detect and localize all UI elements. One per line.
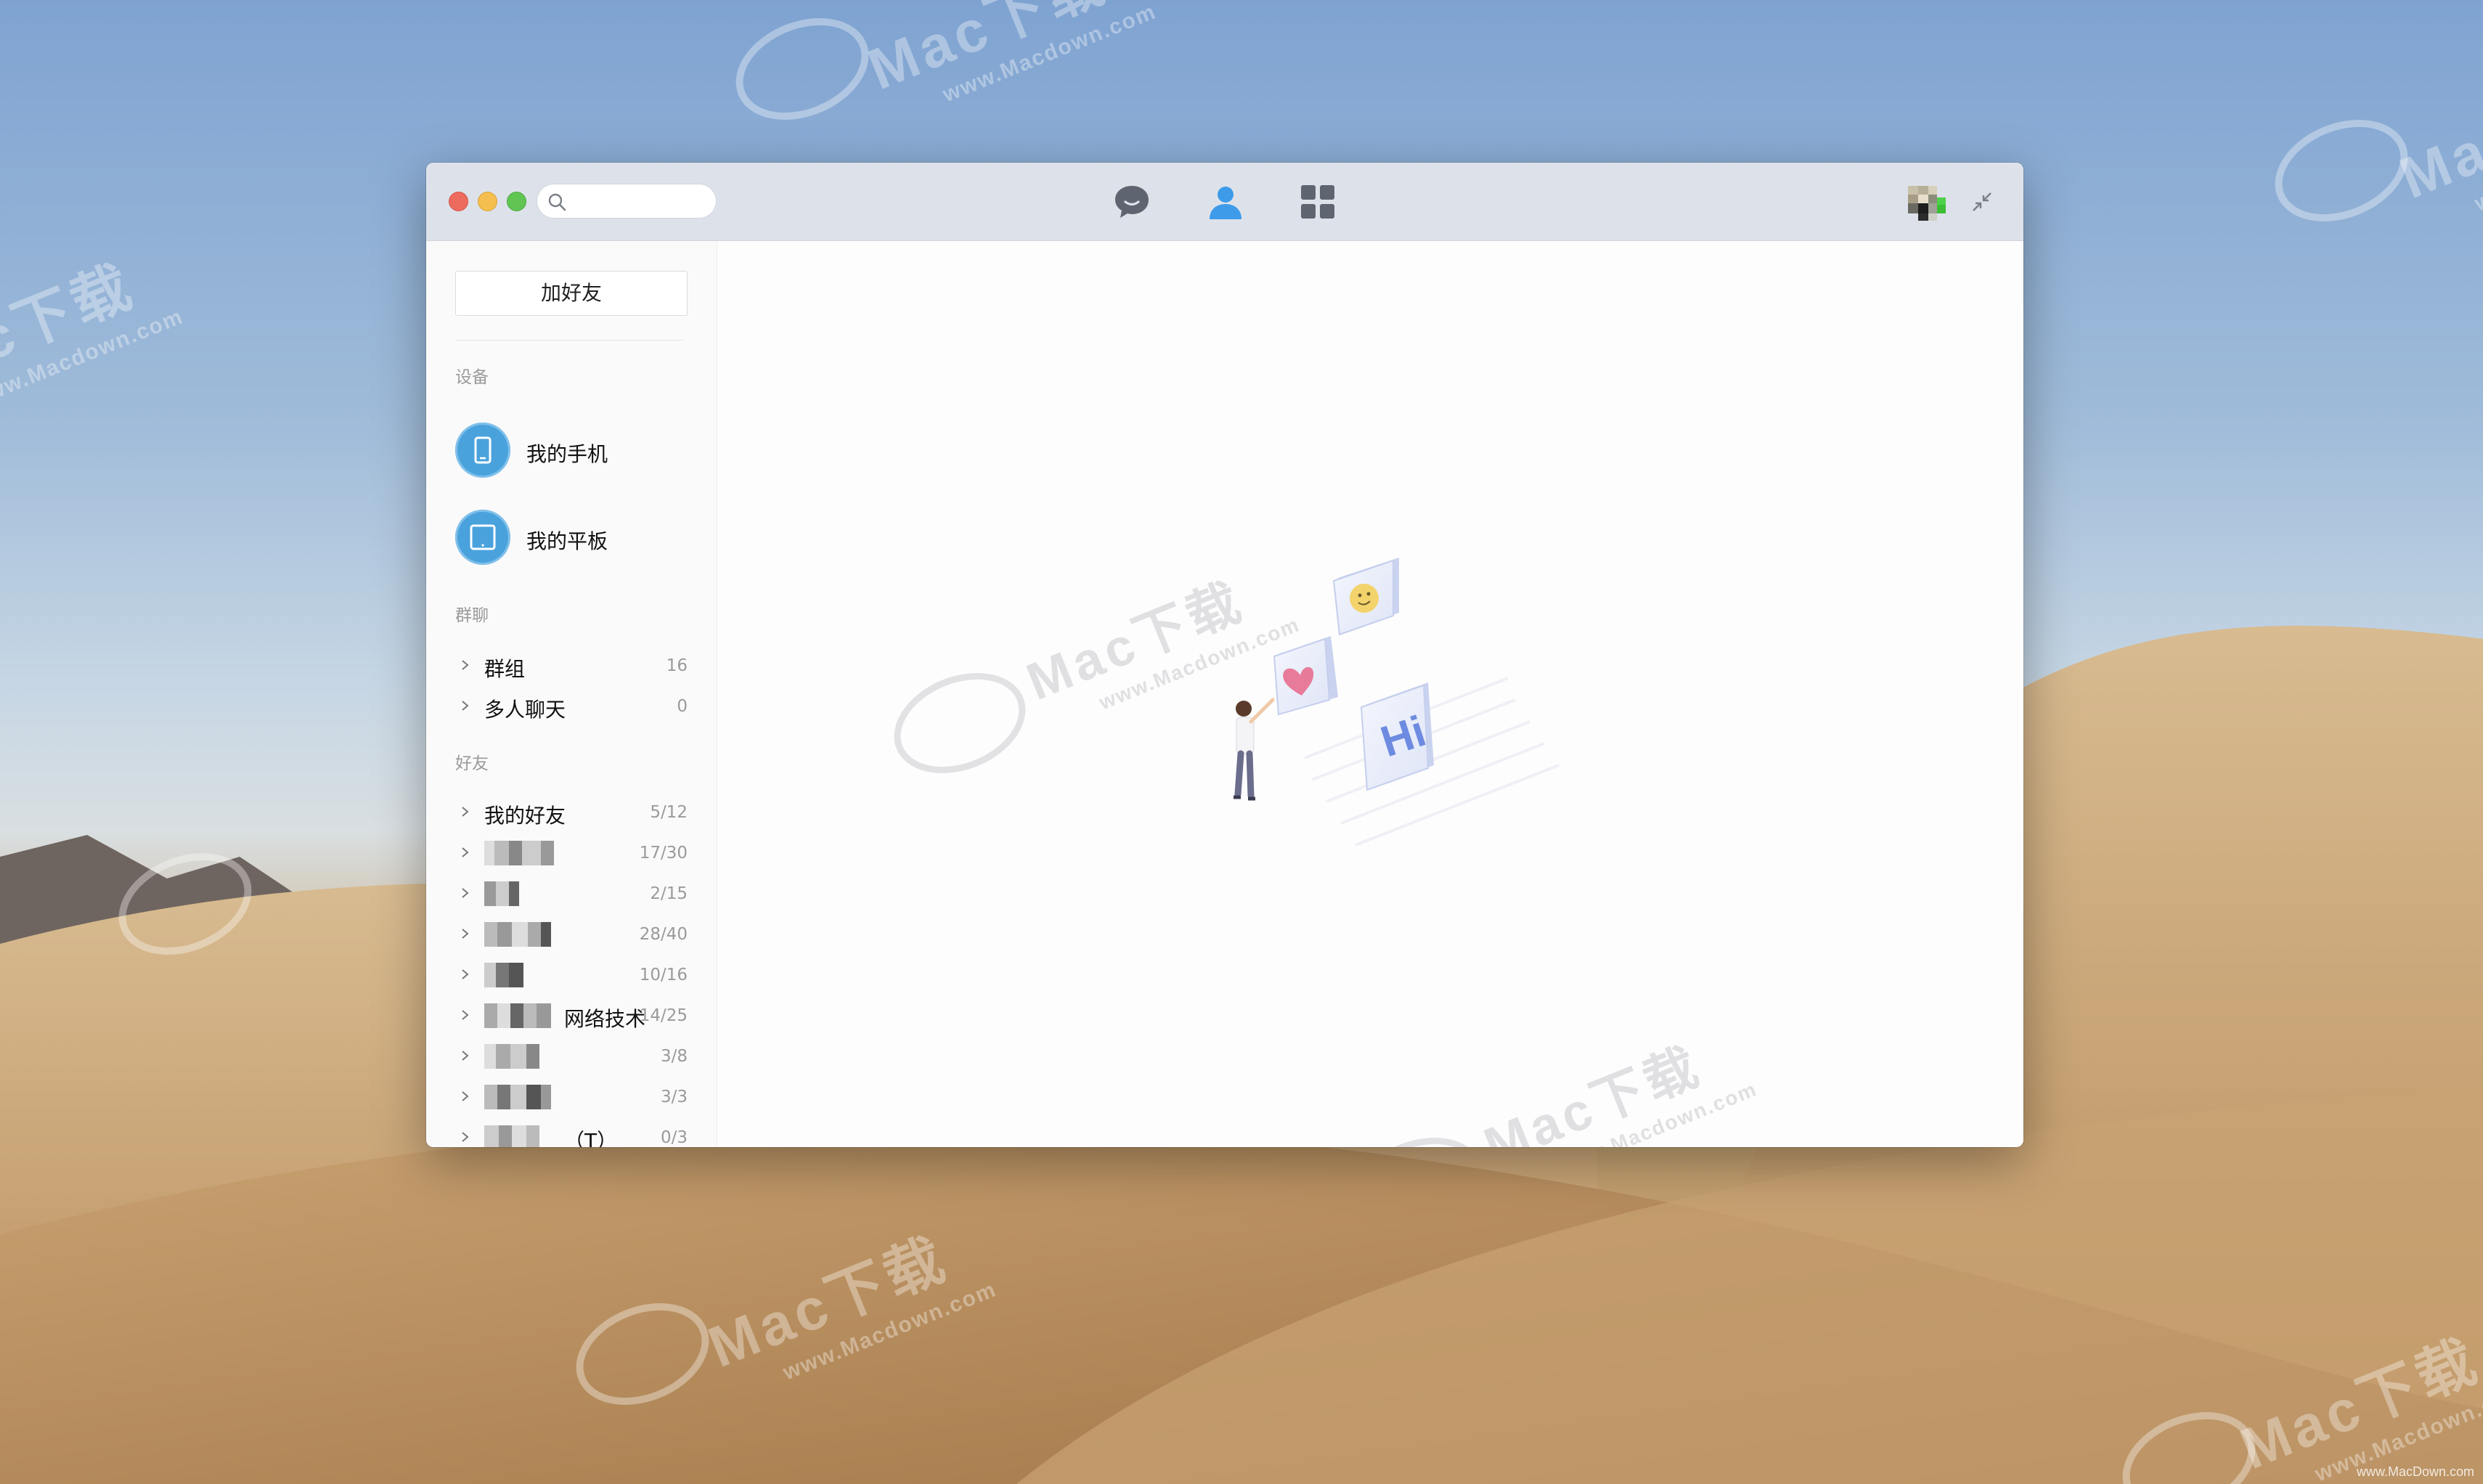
title-bar[interactable] [426, 163, 2023, 241]
close-window-button[interactable] [449, 192, 468, 211]
friend-group-row[interactable]: （T） 0/3 [455, 1121, 688, 1147]
friends-section-header: 好友 [455, 754, 489, 773]
apps-grid-tab-icon[interactable] [1297, 182, 1338, 222]
tablet-avatar [455, 510, 510, 565]
watermark-logo [878, 654, 1041, 792]
friend-group-row[interactable]: 我的好友 5/12 [455, 796, 688, 829]
chevron-right-icon [462, 847, 469, 857]
watermark-logo [1336, 1119, 1499, 1147]
user-avatar[interactable] [1904, 183, 1947, 222]
row-count: 28/40 [639, 925, 688, 944]
device-label: 我的手机 [526, 442, 608, 466]
friend-group-row[interactable]: 17/30 [455, 836, 688, 870]
devices-section-header: 设备 [455, 368, 489, 387]
chevron-right-icon [462, 1091, 469, 1101]
row-count: 0 [677, 697, 688, 716]
pixelated-label [484, 1044, 563, 1069]
search-input[interactable] [537, 184, 717, 219]
row-label: 群组 [484, 657, 526, 681]
desktop-background: Mac下载 www.Macdown.com Mac下载 www.Macdown.co… [0, 0, 2483, 1484]
pixelated-label [484, 841, 563, 865]
friend-group-row[interactable]: 28/40 [455, 918, 688, 951]
pixelated-label [484, 1085, 563, 1109]
device-item-tablet[interactable]: 我的平板 [455, 510, 688, 568]
collapse-window-icon[interactable] [1970, 190, 1994, 213]
tablet-icon [470, 524, 496, 550]
chevron-right-icon [462, 888, 469, 898]
group-row-multichat[interactable]: 多人聊天 0 [455, 690, 688, 723]
chevron-right-icon [462, 1051, 469, 1061]
chevron-right-icon [462, 1132, 469, 1142]
zoom-window-button[interactable] [507, 192, 526, 211]
row-count: 3/3 [660, 1088, 688, 1106]
device-item-phone[interactable]: 我的手机 [455, 423, 688, 481]
search-icon [548, 193, 566, 211]
phone-avatar [455, 423, 510, 478]
device-label: 我的平板 [526, 529, 608, 553]
chevron-right-icon [462, 660, 469, 670]
add-friend-button[interactable]: 加好友 [455, 271, 688, 316]
pixelated-label [484, 922, 563, 947]
row-count: 0/3 [660, 1128, 688, 1147]
phone-icon [474, 436, 492, 464]
row-count: 2/15 [650, 884, 688, 903]
pixelated-label [484, 1125, 563, 1147]
watermark-text: Mac下载 www.Macdown.com [1476, 1037, 1761, 1147]
pixelated-label [484, 1003, 563, 1028]
row-count: 10/16 [639, 966, 688, 984]
row-label: 网络技术 [564, 1007, 646, 1031]
divider [455, 340, 683, 341]
friend-group-row[interactable]: 网络技术 14/25 [455, 999, 688, 1032]
row-label: （T） [564, 1129, 618, 1147]
friend-group-row[interactable]: 2/15 [455, 877, 688, 910]
row-count: 3/8 [660, 1047, 688, 1066]
pixelated-label [484, 881, 563, 906]
messages-tab-icon[interactable] [1112, 182, 1152, 222]
chevron-right-icon [462, 969, 469, 979]
footer-watermark: www.MacDown.com [2356, 1464, 2474, 1479]
chevron-right-icon [462, 1010, 469, 1020]
row-count: 16 [666, 656, 688, 675]
chevron-right-icon [462, 701, 469, 711]
pixelated-label [484, 963, 563, 987]
friend-group-row[interactable]: 3/8 [455, 1040, 688, 1073]
row-count: 17/30 [639, 844, 688, 863]
row-label: 我的好友 [484, 804, 566, 828]
contacts-tab-icon[interactable] [1205, 182, 1246, 222]
app-window: 加好友 设备 我的手机 我的平板 群聊 群组 16 多人聊天 0 好友 我的好友… [426, 163, 2023, 1147]
friend-group-row[interactable]: 10/16 [455, 958, 688, 992]
group-row-groups[interactable]: 群组 16 [455, 649, 688, 682]
chevron-right-icon [462, 929, 469, 939]
minimize-window-button[interactable] [478, 192, 497, 211]
chevron-right-icon [462, 807, 469, 817]
friend-group-row[interactable]: 3/3 [455, 1080, 688, 1114]
row-count: 14/25 [639, 1006, 688, 1025]
empty-state-illustration: Hi [1234, 558, 1559, 847]
row-label: 多人聊天 [484, 698, 566, 722]
groups-section-header: 群聊 [455, 606, 489, 625]
row-count: 5/12 [650, 803, 688, 822]
contacts-sidebar[interactable]: 加好友 设备 我的手机 我的平板 群聊 群组 16 多人聊天 0 好友 我的好友… [426, 241, 717, 1147]
